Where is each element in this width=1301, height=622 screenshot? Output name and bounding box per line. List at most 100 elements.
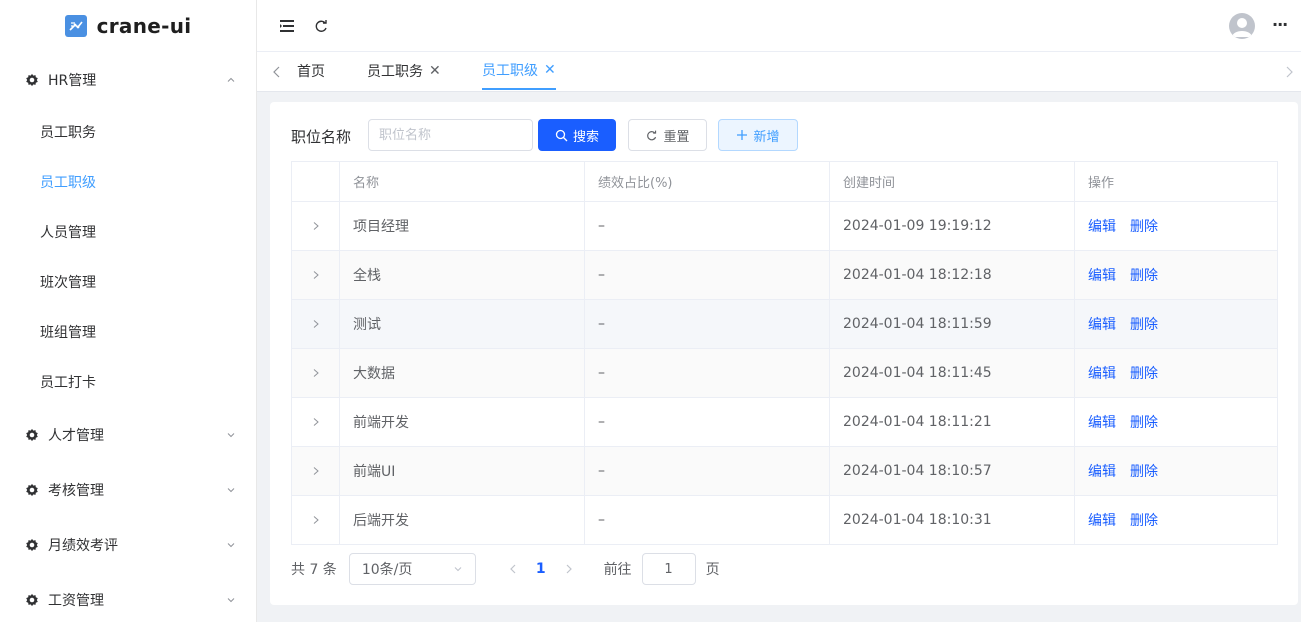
table-row[interactable]: 项目经理 –2024-01-09 19:19:12 编辑 删除 xyxy=(292,202,1277,251)
delete-link[interactable]: 删除 xyxy=(1130,265,1158,285)
tab-home[interactable]: 首页 xyxy=(297,52,325,90)
pagination-total: 共 7 条 xyxy=(291,562,337,578)
user-avatar-icon[interactable] xyxy=(1229,13,1255,39)
filter-label: 职位名称 xyxy=(291,128,352,146)
column-header-created: 创建时间 xyxy=(830,162,1075,201)
edit-link[interactable]: 编辑 xyxy=(1088,461,1116,481)
table-row[interactable]: 前端开发 –2024-01-04 18:11:21 编辑 删除 xyxy=(292,398,1277,447)
app-root: crane-ui HR管理 员工职务 员工职级 人员管理 班次管理 班组管理 员工打卡 人才管… xyxy=(0,0,1301,622)
page-size-select[interactable]: 10条/页 xyxy=(348,553,476,585)
cell-created: 2024-01-09 19:19:12 xyxy=(830,202,1075,250)
more-icon[interactable]: ··· xyxy=(1272,15,1288,34)
sidebar-item-1[interactable]: 员工职级 xyxy=(0,157,256,207)
tab-scroll-left-icon[interactable] xyxy=(271,65,283,79)
table-row[interactable]: 前端UI –2024-01-04 18:10:57 编辑 删除 xyxy=(292,447,1277,496)
chevron-right-icon[interactable] xyxy=(312,417,320,427)
cell-ratio: – xyxy=(585,349,830,397)
cell-name: 全栈 xyxy=(340,251,585,299)
tab-employee-position[interactable]: 员工职务 ✕ xyxy=(367,52,441,90)
refresh-icon xyxy=(647,130,657,140)
table-row[interactable]: 测试 –2024-01-04 18:11:59 编辑 删除 xyxy=(292,300,1277,349)
cell-ratio: – xyxy=(585,447,830,495)
sidebar-group-label: 考核管理 xyxy=(48,482,104,499)
sidebar-item-5[interactable]: 员工打卡 xyxy=(0,357,256,407)
cell-created: 2024-01-04 18:12:18 xyxy=(830,251,1075,299)
chevron-down-icon xyxy=(454,567,462,572)
main-card: 职位名称 搜索 重置 新增 名称 绩效占比(%) 创建时间 操作 项目经理–20… xyxy=(270,102,1298,605)
sidebar-item-2[interactable]: 人员管理 xyxy=(0,207,256,257)
chevron-right-icon[interactable] xyxy=(312,270,320,280)
table-row[interactable]: 全栈 –2024-01-04 18:12:18 编辑 删除 xyxy=(292,251,1277,300)
edit-link[interactable]: 编辑 xyxy=(1088,363,1116,383)
expand-cell[interactable] xyxy=(292,251,340,299)
edit-link[interactable]: 编辑 xyxy=(1088,314,1116,334)
expand-cell[interactable] xyxy=(292,300,340,348)
cell-created: 2024-01-04 18:11:59 xyxy=(830,300,1075,348)
chevron-right-icon[interactable] xyxy=(312,221,320,231)
sidebar-group-2[interactable]: 考核管理 xyxy=(0,462,256,517)
close-icon[interactable]: ✕ xyxy=(429,63,441,79)
gear-icon xyxy=(26,73,38,86)
sidebar-item-0[interactable]: 员工职务 xyxy=(0,107,256,157)
sidebar-group-3[interactable]: 月绩效考评 xyxy=(0,517,256,572)
chevron-down-icon xyxy=(227,542,235,547)
edit-link[interactable]: 编辑 xyxy=(1088,510,1116,530)
tab-employee-level[interactable]: 员工职级 ✕ xyxy=(482,52,556,90)
table-row[interactable]: 后端开发 –2024-01-04 18:10:31 编辑 删除 xyxy=(292,496,1277,545)
reset-button[interactable]: 重置 xyxy=(628,119,707,151)
prev-page-icon[interactable] xyxy=(506,562,520,576)
cell-ratio: – xyxy=(585,496,830,544)
next-page-icon[interactable] xyxy=(562,562,576,576)
tab-bar: 首页 员工职务 ✕ 员工职级 ✕ xyxy=(257,52,1301,92)
delete-link[interactable]: 删除 xyxy=(1130,216,1158,236)
top-header: ··· xyxy=(257,0,1301,52)
delete-link[interactable]: 删除 xyxy=(1130,363,1158,383)
chevron-right-icon[interactable] xyxy=(312,515,320,525)
delete-link[interactable]: 删除 xyxy=(1130,461,1158,481)
reset-button-label: 重置 xyxy=(663,129,690,145)
gear-icon xyxy=(26,593,38,606)
expand-cell[interactable] xyxy=(292,447,340,495)
sidebar-group-4[interactable]: 工资管理 xyxy=(0,572,256,622)
search-button[interactable]: 搜索 xyxy=(538,119,616,151)
edit-link[interactable]: 编辑 xyxy=(1088,216,1116,236)
chevron-right-icon[interactable] xyxy=(312,368,320,378)
cell-actions: 编辑 删除 xyxy=(1075,496,1277,544)
menu-fold-icon[interactable] xyxy=(279,18,295,34)
edit-link[interactable]: 编辑 xyxy=(1088,265,1116,285)
position-name-input[interactable] xyxy=(368,119,533,151)
chevron-down-icon xyxy=(227,597,235,602)
table-row[interactable]: 大数据 –2024-01-04 18:11:45 编辑 删除 xyxy=(292,349,1277,398)
tab-scroll-right-icon[interactable] xyxy=(1283,65,1295,79)
refresh-icon[interactable] xyxy=(313,18,329,34)
delete-link[interactable]: 删除 xyxy=(1130,314,1158,334)
expand-cell[interactable] xyxy=(292,202,340,250)
cell-name: 后端开发 xyxy=(340,496,585,544)
cell-name: 大数据 xyxy=(340,349,585,397)
cell-ratio: – xyxy=(585,300,830,348)
chevron-right-icon[interactable] xyxy=(312,319,320,329)
expand-cell[interactable] xyxy=(292,398,340,446)
table-header: 名称 绩效占比(%) 创建时间 操作 xyxy=(292,162,1277,202)
sidebar-item-3[interactable]: 班次管理 xyxy=(0,257,256,307)
tab-label: 首页 xyxy=(297,64,325,80)
cell-actions: 编辑 删除 xyxy=(1075,202,1277,250)
edit-link[interactable]: 编辑 xyxy=(1088,412,1116,432)
add-button[interactable]: 新增 xyxy=(718,119,798,151)
close-icon[interactable]: ✕ xyxy=(544,62,556,78)
sidebar-group-0[interactable]: HR管理 xyxy=(0,52,256,107)
sidebar-group-1[interactable]: 人才管理 xyxy=(0,407,256,462)
expand-cell[interactable] xyxy=(292,496,340,544)
chevron-right-icon[interactable] xyxy=(312,466,320,476)
expand-cell[interactable] xyxy=(292,349,340,397)
goto-page-input[interactable] xyxy=(641,553,696,585)
delete-link[interactable]: 删除 xyxy=(1130,510,1158,530)
logo[interactable]: crane-ui xyxy=(0,0,256,52)
column-header-expand xyxy=(292,162,340,201)
page-number-current[interactable]: 1 xyxy=(536,561,546,577)
delete-link[interactable]: 删除 xyxy=(1130,412,1158,432)
logo-text: crane-ui xyxy=(96,14,192,38)
sidebar-item-4[interactable]: 班组管理 xyxy=(0,307,256,357)
cell-created: 2024-01-04 18:11:45 xyxy=(830,349,1075,397)
cell-actions: 编辑 删除 xyxy=(1075,349,1277,397)
